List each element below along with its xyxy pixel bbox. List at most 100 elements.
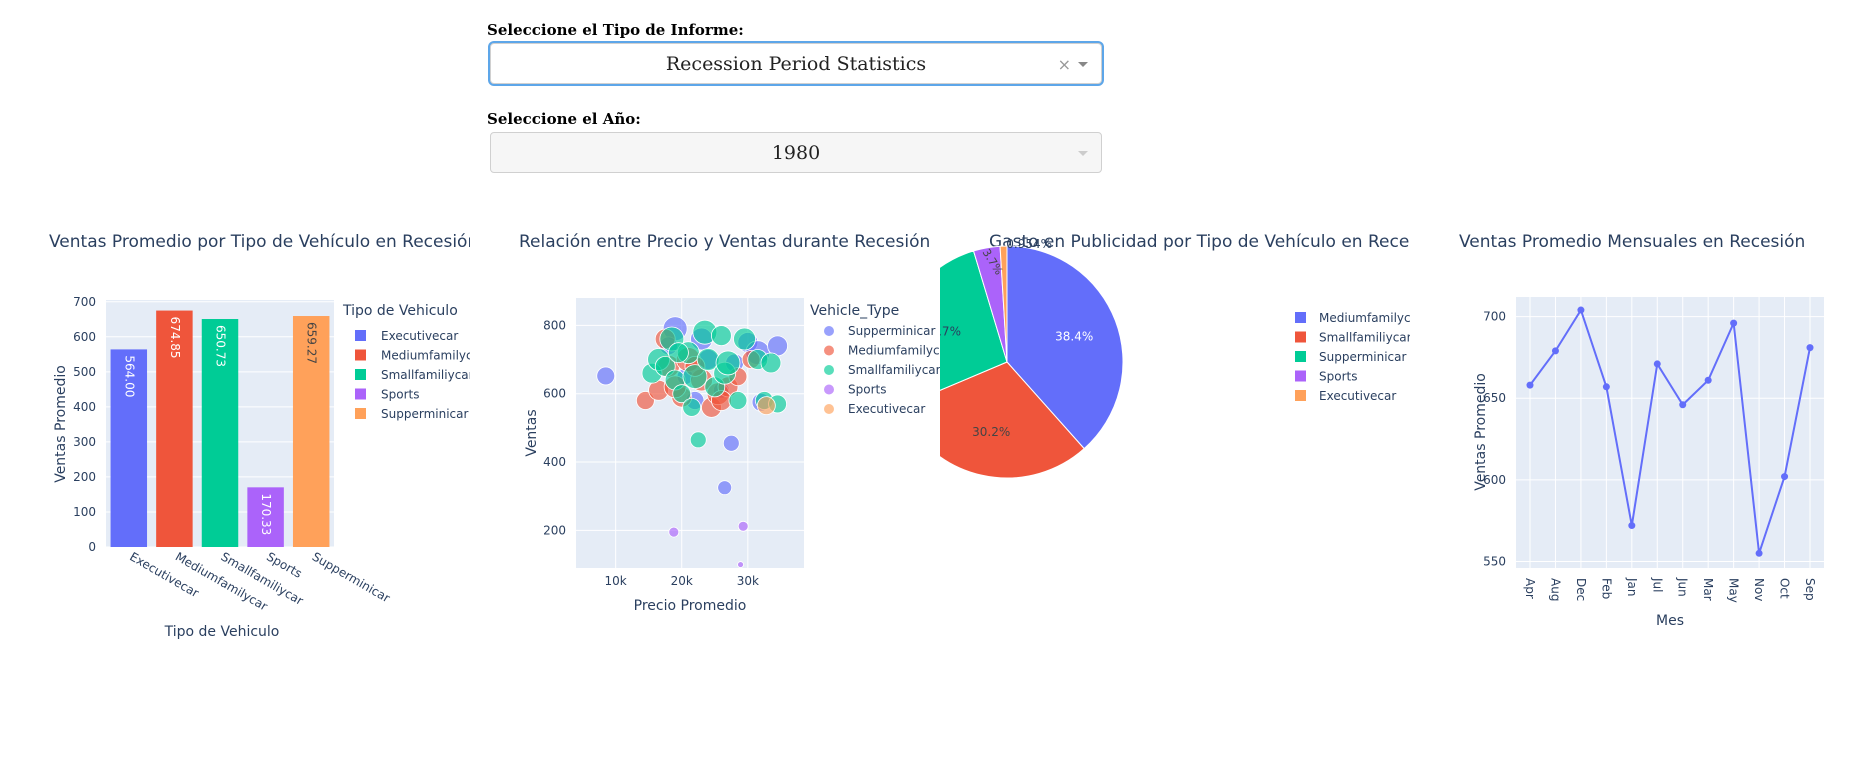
y-tick-label: 0 [88, 540, 96, 554]
chevron-down-icon[interactable] [1078, 62, 1088, 67]
legend-item: Smallfamiliycar [848, 363, 940, 377]
bar-data-label: 659.27 [305, 322, 319, 364]
clear-icon[interactable]: × [1058, 44, 1071, 85]
report-type-dropdown[interactable]: Recession Period Statistics × [490, 43, 1102, 84]
y-axis-label: Ventas [524, 409, 540, 456]
legend-marker [824, 345, 834, 356]
y-tick-label: 400 [73, 400, 96, 414]
bar-chart-container: Ventas Promedio por Tipo de Vehículo en … [0, 222, 485, 642]
line-chart-container: Ventas Promedio Mensuales en Recesión 55… [1400, 222, 1870, 642]
y-tick-label: 700 [1483, 310, 1506, 324]
x-axis-label: Mes [1656, 613, 1684, 629]
legend-item: Smallfamiliycar [381, 368, 470, 382]
legend-swatch [355, 369, 366, 380]
line-point [1806, 344, 1814, 352]
legend-item: Executivecar [1319, 389, 1396, 403]
legend-swatch [1295, 331, 1306, 343]
y-tick-label: 200 [543, 523, 566, 537]
legend-title: Vehicle_Type [810, 303, 899, 319]
scatter-point [668, 342, 689, 364]
scatter-point [715, 350, 741, 376]
year-label: Seleccione el Año: [487, 110, 641, 128]
scatter-point [756, 396, 776, 416]
chart-title: Ventas Promedio por Tipo de Vehículo en … [49, 232, 470, 252]
x-tick-label: Jun [1676, 577, 1690, 597]
y-tick-label: 600 [543, 387, 566, 401]
bar-data-label: 564.00 [122, 355, 136, 397]
legend-item: Supperminicar [1319, 350, 1406, 364]
line-point [1704, 376, 1712, 384]
scatter-point [668, 526, 680, 538]
year-value: 1980 [771, 142, 821, 164]
legend-swatch [355, 388, 366, 400]
x-tick-label: Aug [1548, 578, 1562, 601]
x-tick-label: Nov [1752, 578, 1766, 601]
y-tick-label: 300 [73, 435, 96, 449]
legend-item: Sports [848, 383, 886, 397]
line-point [1679, 401, 1687, 409]
scatter-point [737, 520, 749, 532]
y-tick-label: 550 [1483, 554, 1506, 568]
pie-chart-container: Gasto en Publicidad por Tipo de Vehículo… [890, 222, 1444, 642]
line-point [1551, 347, 1559, 355]
line-point [1628, 522, 1636, 530]
legend-title: Tipo de Vehiculo [342, 303, 458, 319]
line-chart: Ventas Promedio Mensuales en Recesión 55… [1459, 232, 1824, 629]
line-point [1730, 319, 1738, 327]
legend-item: Sports [1319, 370, 1357, 384]
y-axis-label: Ventas Promedio [53, 365, 69, 483]
chart-title: Ventas Promedio Mensuales en Recesión [1459, 232, 1805, 252]
scatter-point [733, 327, 756, 351]
legend-item: Mediumfamilycar [381, 349, 470, 363]
y-tick-label: 800 [543, 318, 566, 332]
report-type-label: Seleccione el Tipo de Informe: [487, 21, 744, 39]
slice-label: 26.7% [940, 324, 961, 338]
legend-swatch [1295, 351, 1306, 362]
x-tick-label: Oct [1778, 578, 1792, 599]
x-tick-label: Dec [1574, 578, 1588, 601]
x-tick-label: 10k [605, 574, 627, 588]
scatter-point [722, 434, 740, 452]
legend-item: Supperminicar [848, 324, 935, 338]
y-tick-label: 100 [73, 505, 96, 519]
line-point [1653, 360, 1661, 368]
legend-item: Supperminicar [381, 407, 468, 421]
scatter-point [737, 561, 744, 568]
slice-label: 0.954% [1006, 237, 1052, 251]
legend-swatch [1295, 312, 1306, 323]
line-point [1602, 383, 1610, 391]
x-tick-label: 20k [671, 574, 693, 588]
chart-title: Relación entre Precio y Ventas durante R… [519, 232, 930, 252]
chart-title: Gasto en Publicidad por Tipo de Vehículo… [989, 232, 1410, 252]
report-type-value: Recession Period Statistics [665, 53, 927, 75]
scatter-point [728, 391, 748, 410]
x-tick-label: May [1727, 578, 1741, 603]
chevron-down-icon[interactable] [1078, 151, 1088, 156]
legend-swatch [355, 408, 366, 419]
slice-label: 30.2% [972, 425, 1010, 439]
y-axis-label: Ventas Promedio [1473, 373, 1489, 491]
scatter-chart-container: Relación entre Precio y Ventas durante R… [470, 222, 952, 642]
scatter-point [689, 431, 707, 449]
x-tick-label: Mar [1701, 578, 1715, 601]
x-tick-label: Apr [1523, 578, 1537, 599]
scatter-point [717, 480, 733, 496]
legend-item: Smallfamiliycar [1319, 331, 1410, 345]
pie-chart: Gasto en Publicidad por Tipo de Vehículo… [890, 232, 1444, 479]
legend-item: Mediumfamilycar [848, 344, 940, 358]
legend-swatch [1295, 390, 1306, 401]
x-tick-label: Jul [1650, 577, 1664, 592]
line-point [1755, 549, 1763, 557]
line-point [1577, 306, 1585, 314]
x-tick-label: Supperminicar [310, 549, 393, 605]
bar-data-label: 170.33 [259, 493, 273, 535]
x-axis-label: Tipo de Vehiculo [164, 624, 280, 640]
x-tick-label: Sep [1803, 578, 1817, 601]
bar-chart: Ventas Promedio por Tipo de Vehículo en … [49, 232, 485, 640]
legend-swatch [355, 330, 366, 341]
slice-label: 38.4% [1055, 329, 1093, 343]
scatter-point [682, 397, 702, 417]
legend-marker [824, 404, 834, 414]
year-dropdown[interactable]: 1980 [490, 132, 1102, 173]
scatter-point [760, 352, 782, 374]
